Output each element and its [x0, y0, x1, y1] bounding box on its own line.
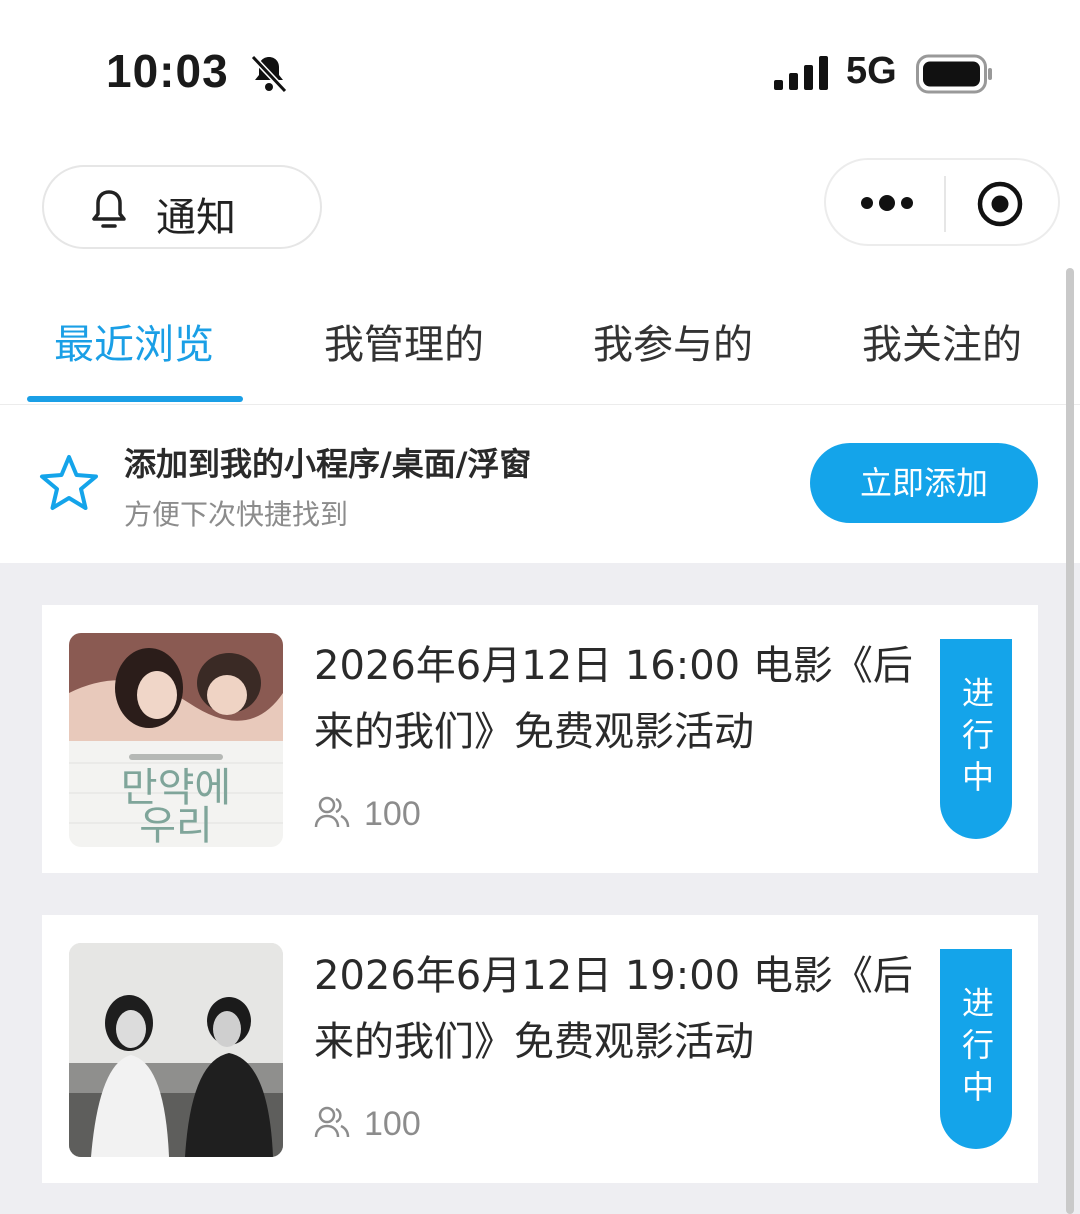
event-title: 2026年6月12日 19:00 电影《后来的我们》免费观影活动 — [314, 953, 913, 1065]
event-card[interactable]: 2026年6月12日 19:00 电影《后来的我们》免费观影活动 100 进行中 — [42, 915, 1038, 1183]
battery-icon — [916, 54, 992, 94]
more-icon[interactable] — [860, 188, 914, 218]
svg-text:우리: 우리 — [139, 803, 213, 847]
banner-subtitle: 方便下次快捷找到 — [124, 498, 349, 531]
tab-active-indicator — [27, 396, 243, 402]
add-now-button[interactable]: 立即添加 — [810, 443, 1038, 523]
capsule-divider — [944, 176, 946, 232]
banner-title: 添加到我的小程序/桌面/浮窗 — [124, 445, 532, 483]
event-poster-image: 만약에 우리 — [69, 633, 283, 847]
add-to-desktop-banner: 添加到我的小程序/桌面/浮窗 方便下次快捷找到 立即添加 — [0, 405, 1080, 563]
people-icon — [314, 796, 350, 828]
event-poster-image — [69, 943, 283, 1157]
bell-muted-icon — [250, 54, 288, 94]
bell-icon — [92, 190, 126, 228]
status-bar: 10:03 5G — [0, 0, 1080, 150]
participant-count: 100 — [364, 1105, 421, 1143]
status-badge: 进行中 — [940, 639, 1012, 839]
scrollbar[interactable] — [1066, 268, 1074, 1214]
event-title: 2026年6月12日 16:00 电影《后来的我们》免费观影活动 — [314, 643, 913, 755]
tab-recent[interactable]: 最近浏览 — [54, 312, 214, 370]
tab-joined[interactable]: 我参与的 — [593, 312, 753, 370]
network-type: 5G — [846, 50, 897, 92]
tab-bar: 最近浏览 我管理的 我参与的 我关注的 — [0, 300, 1080, 405]
notice-label: 通知 — [156, 195, 236, 241]
participant-count: 100 — [364, 795, 421, 833]
mini-program-capsule — [824, 158, 1060, 246]
close-target-icon[interactable] — [976, 180, 1024, 228]
event-card[interactable]: 만약에 우리 2026年6月12日 16:00 电影《后来的我们》免费观影活动 … — [42, 605, 1038, 873]
notice-button[interactable]: 通知 — [42, 165, 322, 249]
status-time: 10:03 — [106, 45, 229, 97]
people-icon — [314, 1106, 350, 1138]
event-list: 만약에 우리 2026年6月12日 16:00 电影《后来的我们》免费观影活动 … — [0, 563, 1080, 1214]
star-icon — [40, 455, 98, 510]
tab-managed[interactable]: 我管理的 — [324, 312, 484, 370]
cellular-signal-icon — [774, 56, 828, 90]
status-badge: 进行中 — [940, 949, 1012, 1149]
tab-followed[interactable]: 我关注的 — [862, 312, 1022, 370]
